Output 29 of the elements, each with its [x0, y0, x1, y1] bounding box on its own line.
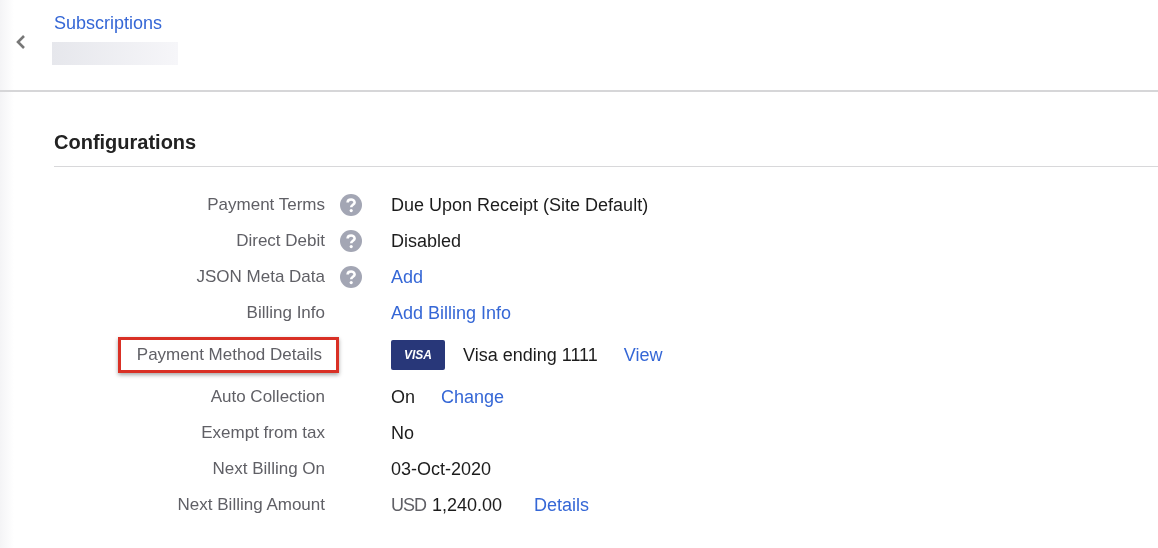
field-value: On	[391, 386, 415, 408]
action-link[interactable]: Change	[441, 386, 505, 408]
field-label: Payment Method Details	[117, 337, 339, 373]
field-label: JSON Meta Data	[196, 266, 325, 288]
breadcrumb-link[interactable]: Subscriptions	[54, 12, 178, 34]
action-link[interactable]: Add Billing Info	[391, 302, 512, 324]
action-link[interactable]: View	[623, 344, 663, 366]
field-value: Disabled	[391, 230, 462, 252]
card-logo-icon: VISA	[391, 340, 445, 370]
back-icon[interactable]	[16, 34, 26, 50]
field-value: 03-Oct-2020	[391, 458, 492, 480]
help-icon[interactable]	[340, 194, 362, 216]
action-link[interactable]: Add	[391, 266, 424, 288]
field-label: Payment Terms	[207, 194, 325, 216]
field-label: Next Billing On	[212, 458, 325, 480]
currency-code: USD	[391, 494, 426, 516]
action-link[interactable]: Details	[534, 494, 590, 516]
field-value: Due Upon Receipt (Site Default)	[391, 194, 649, 216]
amount-value: 1,240.00	[432, 494, 503, 516]
help-icon[interactable]	[340, 266, 362, 288]
field-value: No	[391, 422, 414, 444]
field-label: Auto Collection	[210, 386, 325, 408]
field-label: Next Billing Amount	[177, 494, 325, 516]
field-label: Exempt from tax	[201, 422, 325, 444]
help-icon[interactable]	[340, 230, 362, 252]
field-label: Billing Info	[246, 302, 325, 324]
section-title: Configurations	[54, 129, 1158, 167]
field-label: Direct Debit	[236, 230, 325, 252]
field-value: Visa ending 1111	[463, 344, 598, 366]
